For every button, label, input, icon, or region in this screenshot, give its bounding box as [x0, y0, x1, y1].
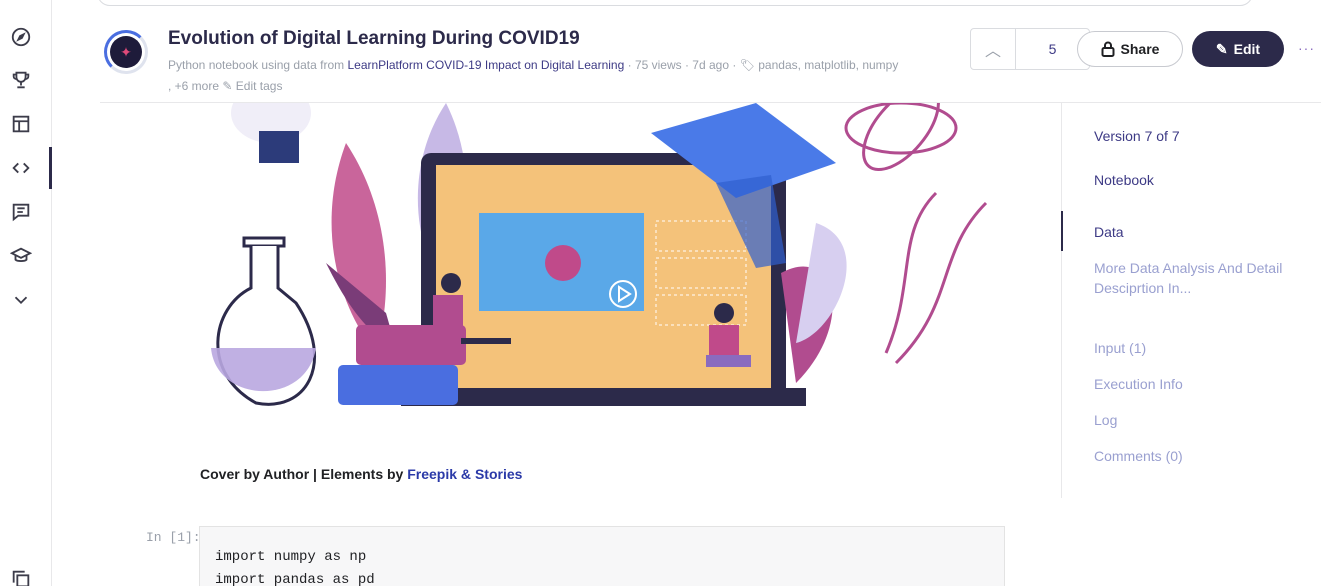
- caption-prefix: Cover by Author | Elements by: [200, 466, 404, 482]
- toc-notebook[interactable]: Notebook: [1094, 172, 1154, 188]
- school-icon[interactable]: [8, 243, 34, 269]
- copy-icon[interactable]: [8, 566, 34, 586]
- stories-link[interactable]: Stories: [475, 466, 522, 482]
- notebook-meta: Python notebook using data from LearnPla…: [168, 55, 948, 97]
- trophy-icon[interactable]: [8, 67, 34, 93]
- avatar-image: ✦: [110, 36, 142, 68]
- more-options-button[interactable]: ···: [1298, 40, 1315, 56]
- sidebar-active-indicator: [49, 147, 52, 189]
- upvote-button[interactable]: ︿: [971, 29, 1016, 69]
- avatar[interactable]: ✦: [104, 30, 148, 74]
- toc-divider: [1061, 103, 1062, 498]
- cover-caption: Cover by Author | Elements by Freepik & …: [200, 466, 522, 482]
- vote-widget: ︿ 5: [970, 28, 1090, 70]
- meta-tags[interactable]: pandas, matplotlib, numpy: [758, 58, 898, 72]
- notebook-header: ✦ Evolution of Digital Learning During C…: [100, 0, 1321, 103]
- code-line: import pandas as pd: [215, 572, 375, 586]
- edit-tags-link[interactable]: Edit tags: [236, 79, 283, 93]
- meta-views: · 75 views · 7d ago ·: [627, 58, 737, 72]
- toc-log[interactable]: Log: [1094, 412, 1117, 428]
- code-icon[interactable]: [8, 155, 34, 181]
- share-button[interactable]: Share: [1077, 31, 1183, 67]
- chevron-down-icon[interactable]: [8, 287, 34, 313]
- meta-prefix: Python notebook using data from: [168, 58, 345, 72]
- data-source-link[interactable]: LearnPlatform COVID-19 Impact on Digital…: [347, 58, 624, 72]
- table-icon[interactable]: [8, 111, 34, 137]
- meta-more-tags[interactable]: , +6 more: [168, 79, 219, 93]
- toc-execution-info[interactable]: Execution Info: [1094, 376, 1183, 392]
- code-cell[interactable]: import numpy as np import pandas as pd: [199, 526, 1005, 586]
- cover-illustration: [196, 103, 1016, 413]
- tag-icon: 🏷: [739, 58, 755, 72]
- toc-version[interactable]: Version 7 of 7: [1094, 128, 1180, 144]
- share-label: Share: [1120, 41, 1160, 57]
- left-sidebar: [0, 0, 52, 586]
- toc-input[interactable]: Input (1): [1094, 340, 1146, 356]
- discussion-icon[interactable]: [8, 199, 34, 225]
- compass-icon[interactable]: [8, 24, 34, 50]
- toc-active-indicator: [1061, 211, 1063, 251]
- cell-execution-label: In [1]:: [146, 530, 201, 545]
- toc-more-analysis[interactable]: More Data Analysis And Detail Desciprtio…: [1094, 258, 1284, 298]
- pencil-icon: ✎: [1215, 40, 1228, 57]
- freepik-link[interactable]: Freepik: [407, 466, 457, 482]
- caption-amp: &: [460, 466, 472, 482]
- toc-comments[interactable]: Comments (0): [1094, 448, 1183, 464]
- toc-data[interactable]: Data: [1094, 224, 1124, 240]
- edit-button[interactable]: ✎ Edit: [1192, 31, 1284, 67]
- code-line: import numpy as np: [215, 549, 367, 565]
- chevron-up-icon: ︿: [984, 43, 1001, 60]
- pencil-icon: ✎: [222, 79, 233, 93]
- lock-icon: [1101, 41, 1115, 57]
- page-title: Evolution of Digital Learning During COV…: [168, 28, 580, 49]
- edit-label: Edit: [1233, 41, 1261, 57]
